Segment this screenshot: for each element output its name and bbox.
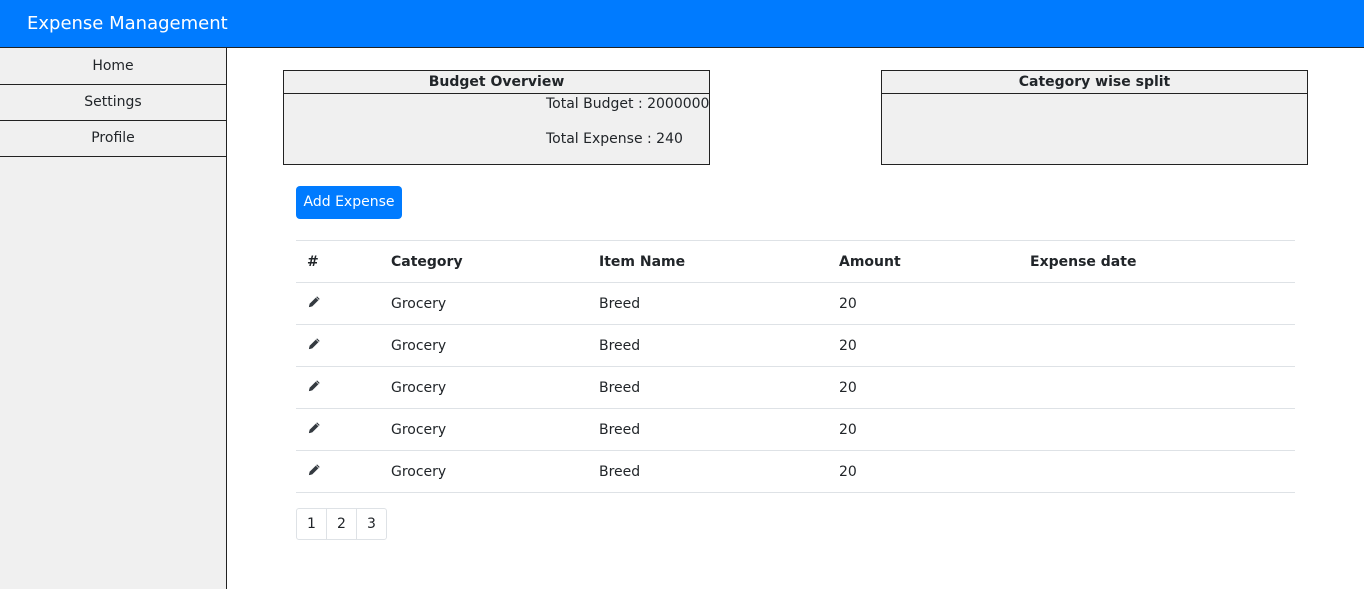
cell-expense-date (1030, 450, 1295, 493)
pagination: 1 2 3 (296, 508, 387, 540)
add-expense-button[interactable]: Add Expense (296, 186, 402, 219)
cell-amount: 20 (839, 324, 1030, 367)
column-header-item-name: Item Name (599, 240, 839, 283)
edit-icon[interactable] (307, 421, 321, 435)
cell-expense-date (1030, 282, 1295, 325)
cell-amount: 20 (839, 450, 1030, 493)
table-row: Grocery Breed 20 (296, 366, 1295, 409)
cell-expense-date (1030, 366, 1295, 409)
app-title[interactable]: Expense Management (27, 12, 228, 36)
sidebar-item-profile[interactable]: Profile (0, 121, 226, 157)
edit-icon[interactable] (307, 295, 321, 309)
page-button-2[interactable]: 2 (326, 508, 357, 540)
column-header-expense-date: Expense date (1030, 240, 1295, 283)
cell-item-name: Breed (599, 324, 839, 367)
sidebar: Home Settings Profile (0, 48, 227, 589)
table-row: Grocery Breed 20 (296, 324, 1295, 367)
page-button-3[interactable]: 3 (356, 508, 387, 540)
total-budget-text: Total Budget : 2000000 (546, 96, 710, 112)
edit-icon[interactable] (307, 337, 321, 351)
category-split-panel: Category wise split (881, 70, 1308, 165)
expense-table: # Category Item Name Amount Expense date… (296, 240, 1295, 493)
table-row: Grocery Breed 20 (296, 282, 1295, 325)
cell-expense-date (1030, 408, 1295, 451)
column-header-amount: Amount (839, 240, 1030, 283)
column-header-index: # (296, 240, 391, 283)
budget-overview-title: Budget Overview (284, 71, 709, 94)
sidebar-item-home[interactable]: Home (0, 48, 226, 85)
top-navbar: Expense Management (0, 0, 1364, 48)
cell-item-name: Breed (599, 282, 839, 325)
table-row: Grocery Breed 20 (296, 450, 1295, 493)
cell-item-name: Breed (599, 408, 839, 451)
cell-item-name: Breed (599, 366, 839, 409)
cell-category: Grocery (391, 450, 599, 493)
cell-category: Grocery (391, 282, 599, 325)
sidebar-item-settings[interactable]: Settings (0, 85, 226, 121)
cell-category: Grocery (391, 324, 599, 367)
table-row: Grocery Breed 20 (296, 408, 1295, 451)
total-expense-text: Total Expense : 240 (546, 131, 683, 147)
table-header-row: # Category Item Name Amount Expense date (296, 240, 1295, 283)
cell-item-name: Breed (599, 450, 839, 493)
budget-overview-panel: Budget Overview Total Budget : 2000000 T… (283, 70, 710, 165)
column-header-category: Category (391, 240, 599, 283)
edit-icon[interactable] (307, 379, 321, 393)
cell-category: Grocery (391, 366, 599, 409)
cell-amount: 20 (839, 366, 1030, 409)
page-button-1[interactable]: 1 (296, 508, 327, 540)
cell-category: Grocery (391, 408, 599, 451)
category-split-title: Category wise split (882, 71, 1307, 94)
cell-amount: 20 (839, 408, 1030, 451)
cell-expense-date (1030, 324, 1295, 367)
cell-amount: 20 (839, 282, 1030, 325)
edit-icon[interactable] (307, 463, 321, 477)
